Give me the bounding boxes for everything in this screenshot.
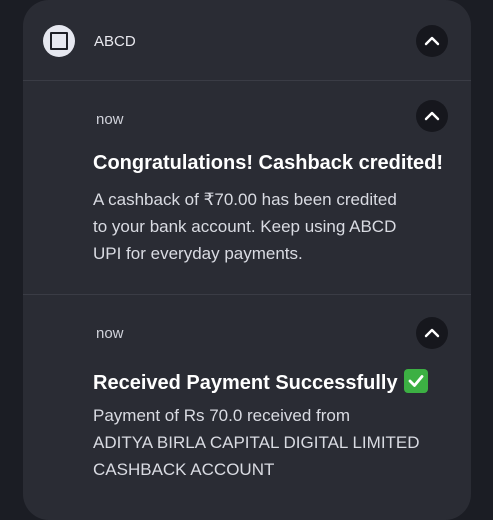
check-mark-button-icon: [403, 369, 428, 393]
notification-title: Received Payment Successfully: [93, 372, 398, 394]
notification-group: ABCD now Congratulations! Cashback credi…: [23, 0, 471, 520]
collapse-notification-button[interactable]: [416, 100, 448, 132]
notification-body-line: CASHBACK ACCOUNT: [93, 460, 275, 479]
chevron-up-icon: [424, 36, 440, 46]
app-logo-square-icon: [50, 32, 68, 50]
notification-time: now: [96, 325, 124, 342]
notification-body-line: to your bank account. Keep using ABCD: [93, 217, 397, 236]
notification-group-header[interactable]: ABCD: [23, 0, 471, 81]
notification-body: A cashback of ₹70.00 has been credited t…: [93, 186, 463, 267]
notification-title-row: Received Payment Successfully: [93, 369, 428, 395]
app-icon: [43, 25, 75, 57]
notification-title: Congratulations! Cashback credited!: [93, 152, 444, 174]
notification-body: Payment of Rs 70.0 received from ADITYA …: [93, 402, 463, 483]
notification-time: now: [96, 111, 124, 128]
collapse-notification-button[interactable]: [416, 317, 448, 349]
chevron-up-icon: [424, 111, 440, 121]
notification-item[interactable]: now Received Payment Successfully Paymen…: [23, 295, 471, 520]
notification-item[interactable]: now Congratulations! Cashback credited! …: [23, 81, 471, 295]
notification-body-line: UPI for everyday payments.: [93, 244, 303, 263]
collapse-group-button[interactable]: [416, 25, 448, 57]
notification-body-line: ADITYA BIRLA CAPITAL DIGITAL LIMITED: [93, 433, 420, 452]
app-name: ABCD: [94, 33, 136, 50]
notification-body-line: Payment of Rs 70.0 received from: [93, 406, 351, 425]
chevron-up-icon: [424, 328, 440, 338]
notification-body-line: A cashback of ₹70.00 has been credited: [93, 190, 397, 209]
